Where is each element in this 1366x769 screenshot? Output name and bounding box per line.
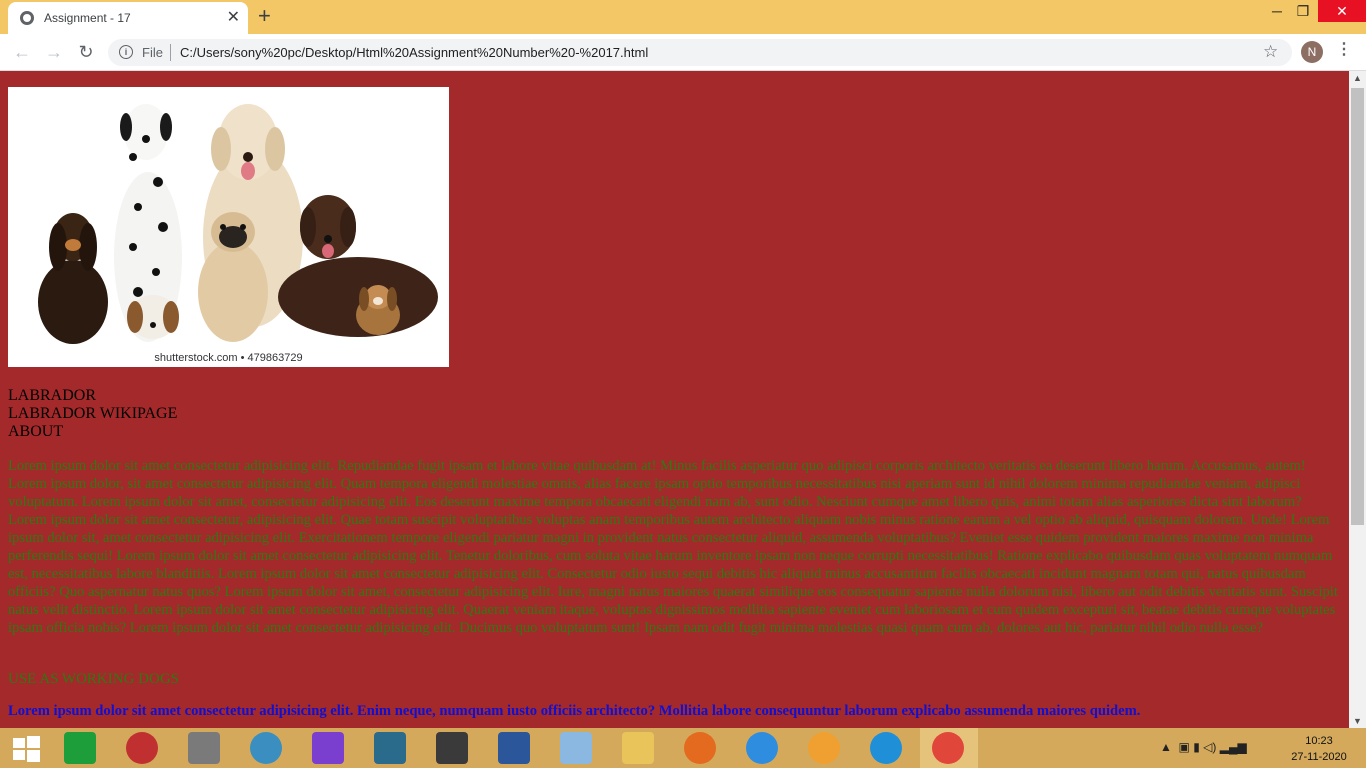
tray-arrow-icon[interactable]: ▲ xyxy=(1160,740,1172,754)
video-editor-icon[interactable] xyxy=(374,732,406,764)
clock-time: 10:23 xyxy=(1305,735,1333,747)
reload-button[interactable]: ↻ xyxy=(74,40,98,64)
close-window-button[interactable]: ✕ xyxy=(1318,0,1366,22)
media-player-icon[interactable] xyxy=(126,732,158,764)
word-icon[interactable] xyxy=(498,732,530,764)
dogs-illustration xyxy=(38,104,438,344)
nav-link-labrador[interactable]: LABRADOR xyxy=(8,387,1342,405)
browser-tab[interactable]: Assignment - 17 ✕ xyxy=(8,2,248,34)
scroll-thumb[interactable] xyxy=(1351,88,1364,525)
paint-icon[interactable] xyxy=(560,732,592,764)
menu-icon[interactable]: ⋮ xyxy=(1336,39,1352,59)
url-text[interactable]: C:/Users/sony%20pc/Desktop/Html%20Assign… xyxy=(180,45,648,60)
working-dogs-heading: USE AS WORKING DOGS xyxy=(8,671,179,687)
globe-icon xyxy=(20,11,34,25)
page-content: shutterstock.com • 479863729 LABRADOR LA… xyxy=(8,87,1342,720)
dvd-icon[interactable] xyxy=(250,732,282,764)
store-icon[interactable] xyxy=(64,732,96,764)
internet-explorer-icon[interactable] xyxy=(746,732,778,764)
scroll-down-icon[interactable]: ▼ xyxy=(1353,716,1362,726)
tab-title: Assignment - 17 xyxy=(44,11,131,25)
star-icon[interactable]: ☆ xyxy=(1263,42,1278,62)
address-bar[interactable]: i File C:/Users/sony%20pc/Desktop/Html%2… xyxy=(108,39,1292,66)
clock[interactable]: 10:23 27-11-2020 xyxy=(1290,733,1348,765)
new-tab-button[interactable]: + xyxy=(258,5,271,27)
info-icon[interactable]: i xyxy=(119,45,133,59)
working-dogs-paragraph: Lorem ipsum dolor sit amet consectetur a… xyxy=(8,703,1141,719)
nav-link-wikipage[interactable]: LABRADOR WIKIPAGE xyxy=(8,405,1342,423)
forward-button[interactable]: → xyxy=(42,40,66,64)
profile-avatar[interactable]: N xyxy=(1301,41,1323,63)
sublime-text-icon[interactable] xyxy=(436,732,468,764)
tab-close-icon[interactable]: ✕ xyxy=(227,8,240,28)
firefox-icon[interactable] xyxy=(684,732,716,764)
scroll-up-icon[interactable]: ▲ xyxy=(1353,73,1362,83)
chrome-icon[interactable] xyxy=(932,732,964,764)
tab-strip: Assignment - 17 ✕ + ─ ❐ ✕ xyxy=(0,0,1366,34)
file-explorer-icon[interactable] xyxy=(622,732,654,764)
maximize-button[interactable]: ❐ xyxy=(1290,0,1316,22)
image-credit: shutterstock.com • 479863729 xyxy=(154,352,303,364)
taskbar: ▲ ▣ ▮ ◁) ▂▄▆ 10:23 27-11-2020 xyxy=(0,728,1366,768)
browser-toolbar: ← → ↻ i File C:/Users/sony%20pc/Desktop/… xyxy=(0,34,1366,71)
omnibox-divider xyxy=(170,44,171,61)
page-viewport: shutterstock.com • 479863729 LABRADOR LA… xyxy=(0,71,1349,728)
visual-studio-icon[interactable] xyxy=(312,732,344,764)
back-button[interactable]: ← xyxy=(10,40,34,64)
system-tray[interactable]: ▲ ▣ ▮ ◁) ▂▄▆ xyxy=(1160,740,1247,754)
scheme-label: File xyxy=(142,45,163,60)
windows-start-icon[interactable] xyxy=(10,732,42,764)
nav-link-about[interactable]: ABOUT xyxy=(8,423,1342,441)
vertical-scrollbar[interactable]: ▲ ▼ xyxy=(1349,71,1366,728)
scratch-cat-icon[interactable] xyxy=(808,732,840,764)
edge-icon[interactable] xyxy=(870,732,902,764)
scanner-icon[interactable] xyxy=(188,732,220,764)
dogs-hero-image: shutterstock.com • 479863729 xyxy=(8,87,449,367)
clock-date: 27-11-2020 xyxy=(1291,751,1347,763)
nav-links: LABRADOR LABRADOR WIKIPAGE ABOUT xyxy=(8,387,1342,441)
lorem-paragraph: Lorem ipsum dolor sit amet consectetur a… xyxy=(8,458,1338,636)
minimize-button[interactable]: ─ xyxy=(1264,0,1290,22)
